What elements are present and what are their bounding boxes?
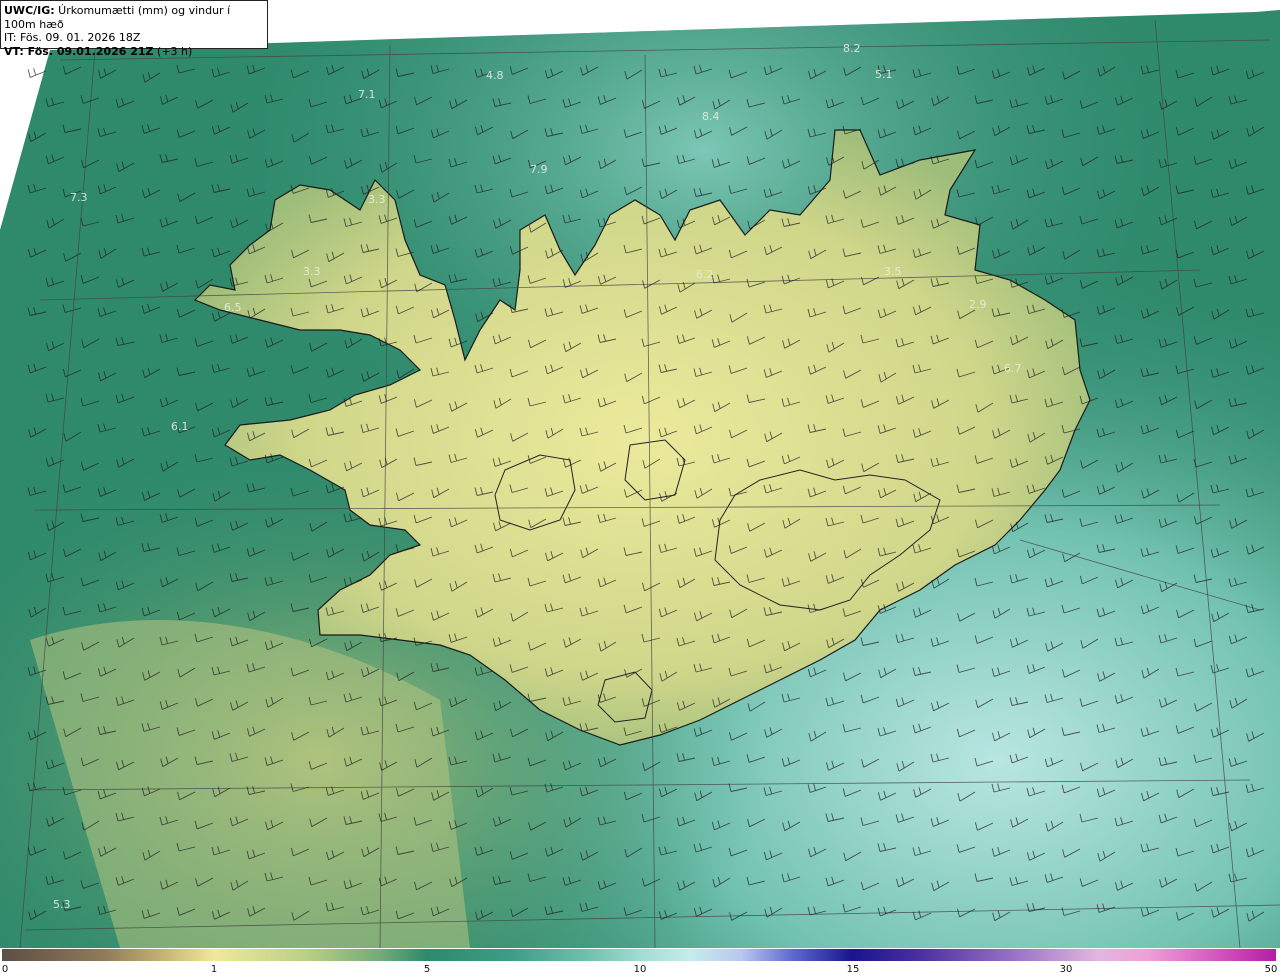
value-label: 5.1 — [875, 68, 893, 81]
colorbar-tick: 1 — [210, 964, 218, 975]
precipitation-map — [0, 0, 1280, 948]
value-label: 5.3 — [53, 898, 71, 911]
value-label: 3.3 — [303, 265, 321, 278]
colorbar-tick: 0 — [1, 964, 9, 975]
value-label: 6.2 — [696, 268, 714, 281]
value-label: 6.5 — [224, 301, 242, 314]
init-time: IT: Fös. 09. 01. 2026 18Z — [4, 31, 141, 44]
value-label: 7.1 — [358, 88, 376, 101]
colorbar-gradient — [2, 949, 1276, 961]
value-label: 8.2 — [843, 42, 861, 55]
value-label: 7.9 — [530, 163, 548, 176]
value-label: 6.7 — [1004, 362, 1022, 375]
colorbar: 0 1 5 10 15 30 50 — [0, 948, 1280, 978]
value-label: 7.3 — [70, 191, 88, 204]
colorbar-tick: 30 — [1059, 964, 1073, 975]
colorbar-tick: 10 — [633, 964, 647, 975]
value-label: 4.8 — [486, 69, 504, 82]
colorbar-tick: 15 — [846, 964, 860, 975]
value-label: 3.3 — [368, 193, 386, 206]
map-header: UWC/IG: Úrkomumætti (mm) og vindur í 100… — [0, 0, 268, 58]
colorbar-tick: 50 — [1264, 964, 1278, 975]
value-label: 3.5 — [884, 265, 902, 278]
map-title: UWC/IG: Úrkomumætti (mm) og vindur í 100… — [4, 4, 231, 31]
colorbar-tick: 5 — [423, 964, 431, 975]
value-label: 6.1 — [171, 420, 189, 433]
map-area: 4.8 8.2 5.1 7.1 8.4 7.9 7.3 3.3 3.3 6.2 … — [0, 0, 1280, 948]
value-label: 8.4 — [702, 110, 720, 123]
value-label: 2.9 — [969, 298, 987, 311]
valid-time: VT: Fös. 09.01.2026 21Z (+3 h) — [4, 44, 193, 58]
